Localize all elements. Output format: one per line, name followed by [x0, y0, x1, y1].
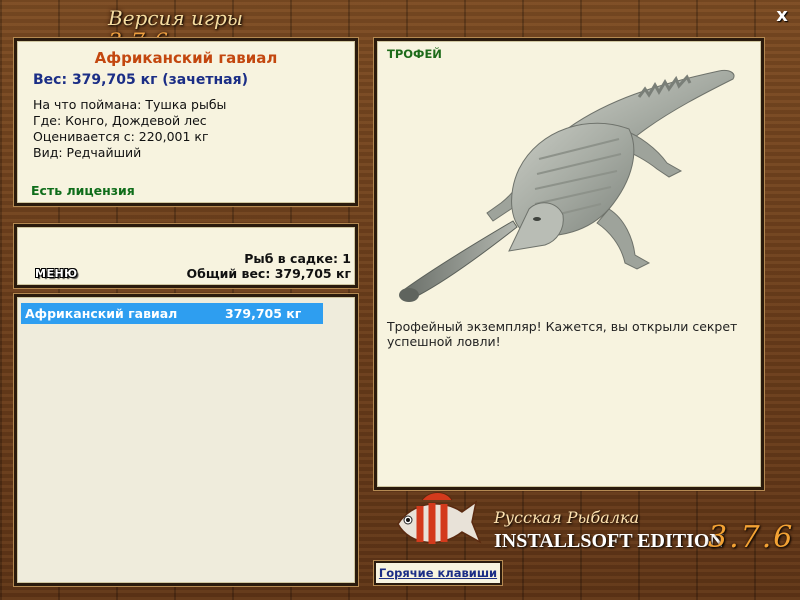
list-item[interactable]: Африканский гавиал 379,705 кг — [21, 303, 323, 324]
brand-version: 3.7.6 — [708, 520, 795, 555]
fish-rarity: Вид: Редчайший — [33, 145, 142, 160]
close-button[interactable]: x — [770, 4, 794, 28]
fish-logo-icon — [397, 492, 482, 544]
list-item-name: Африканский гавиал — [25, 306, 178, 321]
gharial-image — [399, 70, 735, 302]
keepnet-summary-panel: МЕНЮ Рыб в садке: 1 Общий вес: 379,705 к… — [14, 224, 358, 288]
hotkeys-button[interactable]: Горячие клавиши — [374, 561, 502, 585]
fish-bait: На что поймана: Тушка рыбы — [33, 97, 227, 112]
fish-info-panel: Африканский гавиал Вес: 379,705 кг (заче… — [14, 38, 358, 206]
fish-rated-from: Оценивается с: 220,001 кг — [33, 129, 209, 144]
fish-location: Где: Конго, Дождевой лес — [33, 113, 207, 128]
trophy-description: Трофейный экземпляр! Кажется, вы открыли… — [387, 319, 738, 349]
fish-name: Африканский гавиал — [94, 49, 278, 67]
brand-line1: Русская Рыбалка — [494, 508, 640, 527]
fish-weight: Вес: 379,705 кг (зачетная) — [33, 72, 248, 88]
fish-list-panel: Африканский гавиал 379,705 кг — [14, 294, 358, 586]
keepnet-count: Рыб в садке: 1 — [244, 251, 351, 266]
list-item-weight: 379,705 кг — [225, 306, 302, 321]
license-status: Есть лицензия — [31, 183, 135, 198]
keepnet-total-weight: Общий вес: 379,705 кг — [186, 266, 352, 281]
window-title: Версия игры 3.7.6 — [108, 6, 308, 55]
menu-button[interactable]: МЕНЮ — [35, 267, 78, 280]
trophy-panel: ТРОФЕЙ Трофейный экземпляр! Кажется, вы … — [374, 38, 764, 490]
title-prefix: Версия игры — [108, 6, 244, 30]
brand-line2: INSTALLSOFT EDITION — [494, 530, 724, 552]
